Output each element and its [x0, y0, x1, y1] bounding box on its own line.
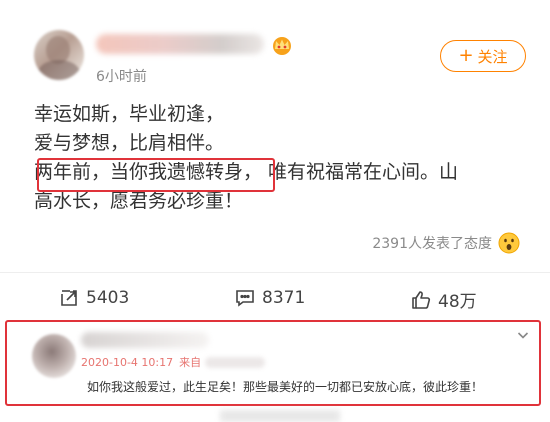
thumbs-up-icon — [412, 290, 431, 309]
chevron-down-icon[interactable] — [517, 330, 529, 340]
comment-button[interactable]: 8371 — [234, 287, 305, 309]
post-line-2: 爱与梦想，比肩相伴。 — [34, 132, 225, 154]
author-avatar[interactable] — [34, 30, 84, 80]
post-line-1: 幸运如斯，毕业初逢， — [34, 103, 225, 125]
repost-icon — [61, 290, 77, 306]
featured-comment[interactable]: 2020-10-4 10:17 来自 如你我这般爱过，此生足矣！那些最美好的一切… — [5, 320, 541, 406]
commenter-name-blurred[interactable] — [81, 332, 209, 348]
comment-meta: 2020-10-4 10:17 来自 — [81, 354, 266, 370]
action-bar: 5403 8371 48万 — [0, 287, 550, 313]
divider — [0, 272, 550, 273]
comment-count: 8371 — [262, 288, 306, 308]
like-button[interactable]: 48万 — [410, 287, 477, 312]
plus-icon: + — [458, 45, 474, 66]
like-count: 48万 — [438, 292, 477, 312]
comment-text: 如你我这般爱过，此生足矣！那些最美好的一切都已安放心底，彼此珍重！ — [87, 380, 484, 394]
highlight-box — [37, 158, 275, 192]
comment-source-blurred — [205, 356, 266, 368]
comment-timestamp: 2020-10-4 10:17 — [81, 355, 174, 369]
follow-button[interactable]: + 关注 — [440, 40, 526, 72]
follow-button-label: 关注 — [477, 47, 508, 66]
comment-icon — [236, 290, 254, 307]
comment-source-prefix: 来自 — [179, 356, 202, 369]
repost-count: 5403 — [86, 288, 130, 308]
bottom-blurred-text — [220, 410, 340, 422]
repost-button[interactable]: 5403 — [58, 287, 129, 309]
reactions-count-text: 2391人发表了态度 — [372, 236, 492, 252]
reactions-summary[interactable]: 2391人发表了态度 — [372, 232, 520, 254]
post-timestamp: 6小时前 — [96, 69, 147, 85]
post-line-3-rest: 唯有祝福常在心间。山 — [268, 161, 459, 183]
author-name-blurred[interactable] — [96, 34, 264, 54]
wow-emoji-icon — [498, 232, 520, 254]
commenter-avatar[interactable] — [32, 334, 76, 378]
crown-icon — [273, 37, 291, 55]
